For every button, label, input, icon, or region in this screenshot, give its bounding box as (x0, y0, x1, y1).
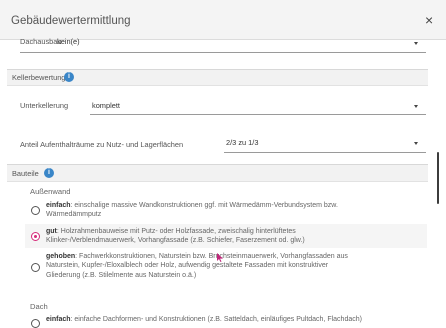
dachausbau-underline (20, 52, 426, 53)
radio-dach-einfach[interactable] (31, 319, 40, 328)
scrollbar[interactable] (437, 152, 439, 204)
anteil-underline (224, 152, 426, 153)
dachausbau-label: Dachausbau (20, 37, 62, 46)
anteil-label: Anteil Aufenthalträume zu Nutz- und Lage… (20, 140, 184, 149)
bauteile-title: Bauteile (12, 169, 39, 178)
dach-label: Dach (30, 302, 48, 311)
option-dach-einfach[interactable]: einfach: einfache Dachformen- und Konstr… (46, 315, 436, 324)
unterkellerung-value[interactable]: komplett (92, 101, 120, 110)
option-einfach[interactable]: einfach: einschalige massive Wandkonstru… (46, 201, 431, 220)
bauteile-header (7, 164, 428, 182)
mouse-pointer-icon (217, 253, 223, 262)
radio-gehoben[interactable] (31, 263, 40, 272)
info-icon[interactable]: i (44, 168, 54, 178)
close-icon[interactable]: × (425, 13, 433, 27)
chevron-down-icon[interactable] (414, 42, 418, 45)
unterkellerung-label: Unterkellerung (20, 101, 69, 110)
radio-gut-selected[interactable] (31, 232, 40, 241)
option-gut[interactable]: gut: Holzrahmenbauweise mit Putz- oder H… (46, 227, 431, 246)
dachausbau-value[interactable]: kein(e) (57, 37, 80, 46)
kellerbewertung-title: Kellerbewertung (12, 73, 66, 82)
info-icon[interactable]: i (64, 72, 74, 82)
chevron-down-icon[interactable] (414, 142, 418, 145)
unterkellerung-underline (90, 114, 426, 115)
aussenwand-label: Außenwand (30, 187, 71, 196)
anteil-value[interactable]: 2/3 zu 1/3 (226, 138, 258, 147)
chevron-down-icon[interactable] (414, 105, 418, 108)
radio-einfach[interactable] (31, 206, 40, 215)
option-gehoben[interactable]: gehoben: Fachwerkkonstruktionen, Naturst… (46, 252, 431, 280)
dialog-title: Gebäudewertermittlung (11, 15, 131, 27)
